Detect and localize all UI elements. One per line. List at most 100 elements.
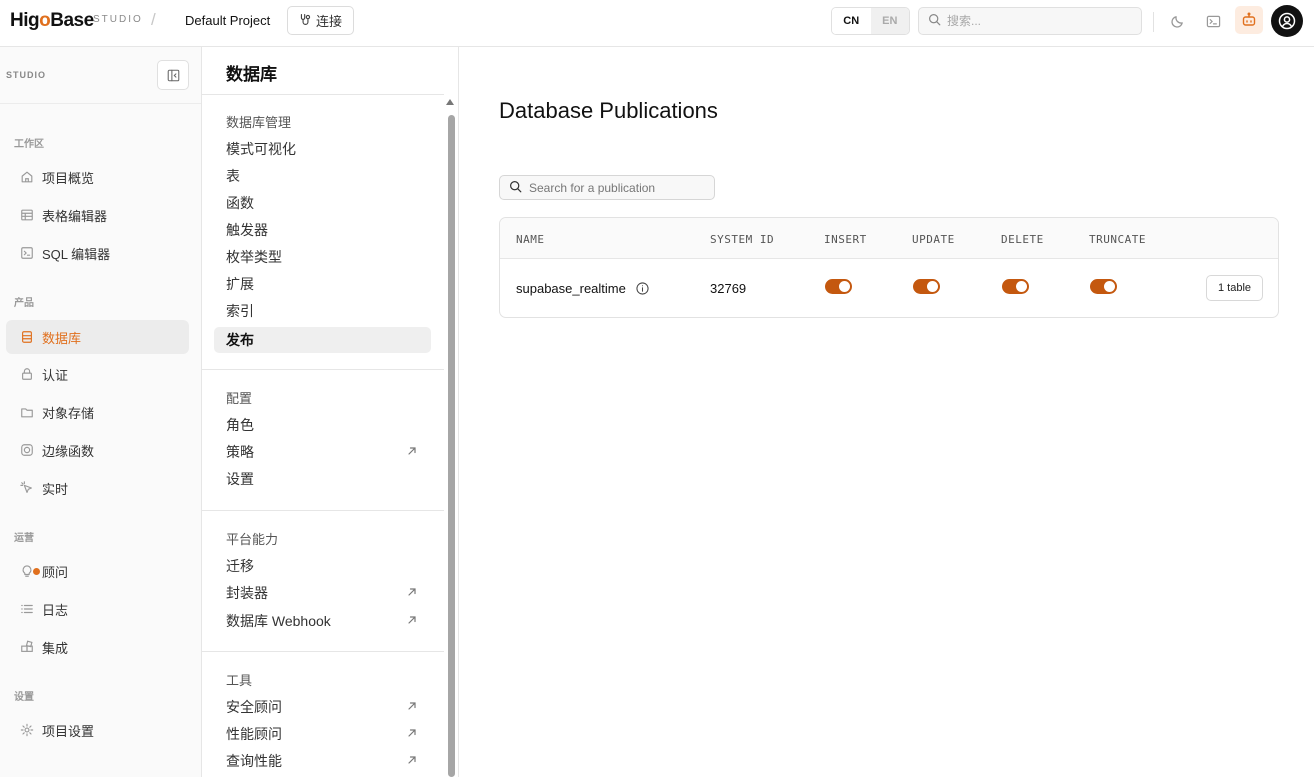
table-icon bbox=[19, 208, 34, 223]
sidebar-divider bbox=[0, 103, 201, 104]
sidebar-item-project-settings[interactable]: 项目设置 bbox=[6, 713, 189, 747]
main-content: Database Publications NAME SYSTEM ID INS… bbox=[460, 47, 1314, 777]
gear-icon bbox=[19, 723, 34, 738]
user-icon bbox=[1278, 12, 1296, 30]
subnav-item-tables[interactable]: 表 bbox=[214, 163, 431, 189]
delete-toggle[interactable] bbox=[1002, 279, 1029, 294]
home-icon bbox=[19, 170, 34, 185]
subnav-item-wrappers[interactable]: 封装器 bbox=[214, 580, 431, 606]
publication-search-input[interactable] bbox=[529, 180, 709, 195]
subnav-item-webhooks[interactable]: 数据库 Webhook bbox=[214, 608, 431, 634]
connect-label: 连接 bbox=[315, 14, 342, 29]
external-link-icon bbox=[408, 756, 416, 764]
cursor-click-icon bbox=[19, 481, 34, 496]
global-search[interactable] bbox=[918, 7, 1142, 35]
subnav-item-schema-visualizer[interactable]: 模式可视化 bbox=[214, 136, 431, 162]
sidebar-item-realtime[interactable]: 实时 bbox=[6, 471, 189, 505]
column-header-insert: INSERT bbox=[824, 233, 867, 246]
section-operations: 运营 bbox=[14, 533, 34, 544]
subnav-item-indexes[interactable]: 索引 bbox=[214, 298, 431, 324]
external-link-icon bbox=[408, 702, 416, 710]
column-header-delete: DELETE bbox=[1001, 233, 1044, 246]
subnav-item-publications[interactable]: 发布 bbox=[214, 327, 431, 353]
column-header-system-id: SYSTEM ID bbox=[710, 233, 775, 246]
subnav-divider bbox=[202, 651, 444, 652]
insert-toggle[interactable] bbox=[825, 279, 852, 294]
sidebar-item-edge-functions[interactable]: 边缘函数 bbox=[6, 433, 189, 467]
publications-table: NAME SYSTEM ID INSERT UPDATE DELETE TRUN… bbox=[499, 217, 1279, 318]
connect-button[interactable]: 连接 bbox=[287, 6, 354, 35]
subnav-item-extensions[interactable]: 扩展 bbox=[214, 271, 431, 297]
table-header: NAME SYSTEM ID INSERT UPDATE DELETE TRUN… bbox=[500, 218, 1278, 259]
terminal-button[interactable] bbox=[1203, 11, 1223, 31]
external-link-icon bbox=[408, 447, 416, 455]
subnav-item-settings[interactable]: 设置 bbox=[214, 466, 431, 492]
sidebar-item-overview[interactable]: 项目概览 bbox=[6, 160, 189, 194]
search-icon bbox=[928, 13, 941, 29]
subnav-title: 数据库 bbox=[226, 65, 277, 84]
section-settings: 设置 bbox=[14, 692, 34, 703]
sidebar-studio-label: STUDIO bbox=[6, 70, 47, 80]
lang-cn-button[interactable]: CN bbox=[832, 8, 871, 34]
subnav-item-performance-advisor[interactable]: 性能顾问 bbox=[214, 721, 431, 747]
subnav-item-security-advisor[interactable]: 安全顾问 bbox=[214, 694, 431, 720]
sidebar-item-advisor[interactable]: 顾问 bbox=[6, 554, 189, 588]
robot-icon bbox=[1242, 12, 1256, 26]
lock-icon bbox=[19, 367, 34, 382]
project-name[interactable]: Default Project bbox=[185, 13, 270, 28]
subnav-item-migrations[interactable]: 迁移 bbox=[214, 553, 431, 579]
external-link-icon bbox=[408, 588, 416, 596]
subnav-item-roles[interactable]: 角色 bbox=[214, 412, 431, 438]
sidebar-item-auth[interactable]: 认证 bbox=[6, 357, 189, 391]
update-toggle[interactable] bbox=[913, 279, 940, 294]
sidebar-item-logs[interactable]: 日志 bbox=[6, 592, 189, 626]
section-workspace: 工作区 bbox=[14, 139, 44, 150]
plug-icon bbox=[299, 13, 312, 29]
sidebar-item-database[interactable]: 数据库 bbox=[6, 320, 189, 354]
database-icon bbox=[19, 330, 34, 345]
publication-name: supabase_realtime bbox=[516, 281, 650, 296]
sidebar-collapse-icon bbox=[167, 69, 179, 81]
view-tables-button[interactable]: 1 table bbox=[1206, 275, 1263, 301]
truncate-toggle[interactable] bbox=[1090, 279, 1117, 294]
database-subnav: 数据库 数据库管理 模式可视化 表 函数 触发器 枚举类型 扩展 索引 发布 配… bbox=[202, 47, 459, 777]
subnav-item-triggers[interactable]: 触发器 bbox=[214, 217, 431, 243]
lang-en-button[interactable]: EN bbox=[870, 8, 909, 34]
subnav-item-policies[interactable]: 策略 bbox=[214, 439, 431, 465]
subnav-group-config: 配置 bbox=[226, 391, 253, 406]
subnav-header-divider bbox=[202, 94, 444, 95]
info-icon[interactable] bbox=[636, 282, 650, 295]
publication-search[interactable] bbox=[499, 175, 715, 200]
page-title: Database Publications bbox=[499, 98, 718, 123]
sidebar-item-sql-editor[interactable]: SQL 编辑器 bbox=[6, 236, 189, 270]
sidebar-item-table-editor[interactable]: 表格编辑器 bbox=[6, 198, 189, 232]
global-search-input[interactable] bbox=[947, 14, 1127, 28]
subnav-item-enums[interactable]: 枚举类型 bbox=[214, 244, 431, 270]
collapse-sidebar-button[interactable] bbox=[157, 60, 189, 90]
subnav-divider bbox=[202, 510, 444, 511]
brand-logo[interactable]: HigoBase bbox=[10, 10, 94, 32]
studio-tag: STUDIO bbox=[93, 14, 143, 25]
integrations-icon bbox=[19, 640, 34, 655]
subnav-scrollbar-thumb[interactable] bbox=[448, 115, 455, 777]
toolbar-divider bbox=[1153, 12, 1154, 32]
subnav-group-management: 数据库管理 bbox=[226, 115, 292, 130]
column-header-name: NAME bbox=[516, 233, 545, 246]
ai-assistant-button[interactable] bbox=[1235, 6, 1263, 34]
search-icon bbox=[509, 180, 522, 196]
theme-toggle-button[interactable] bbox=[1167, 11, 1187, 31]
terminal-icon bbox=[1206, 15, 1220, 27]
breadcrumb-separator: / bbox=[151, 10, 156, 29]
subnav-item-query-performance[interactable]: 查询性能 bbox=[214, 748, 431, 774]
column-header-truncate: TRUNCATE bbox=[1089, 233, 1146, 246]
table-row: supabase_realtime 32769 1 table bbox=[500, 259, 1278, 317]
sidebar-item-storage[interactable]: 对象存储 bbox=[6, 395, 189, 429]
scroll-up-arrow-icon[interactable] bbox=[446, 99, 454, 105]
publication-system-id: 32769 bbox=[710, 281, 747, 296]
section-product: 产品 bbox=[14, 298, 34, 309]
sidebar-item-integrations[interactable]: 集成 bbox=[6, 630, 189, 664]
external-link-icon bbox=[408, 616, 416, 624]
subnav-item-functions[interactable]: 函数 bbox=[214, 190, 431, 216]
terminal-icon bbox=[19, 246, 34, 261]
user-avatar[interactable] bbox=[1271, 5, 1303, 37]
